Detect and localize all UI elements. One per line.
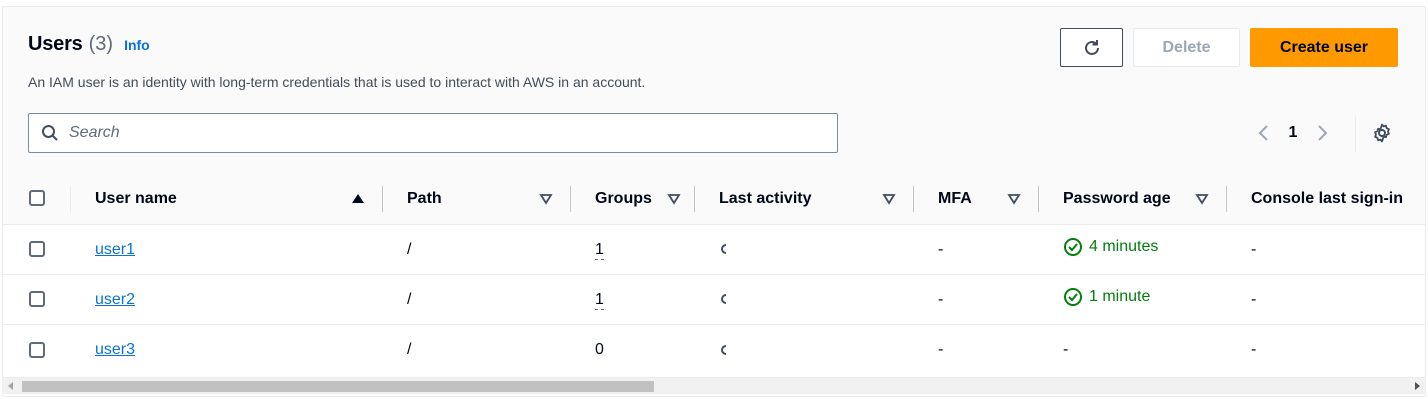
sort-icon — [1195, 193, 1209, 205]
user-link[interactable]: user3 — [95, 341, 135, 358]
password-age-status: 1 minute — [1063, 287, 1150, 307]
column-label: Console last sign-in — [1251, 189, 1404, 207]
column-header-groups[interactable]: Groups — [571, 173, 695, 225]
user-count: (3) — [88, 33, 114, 55]
column-label: User name — [95, 189, 177, 207]
column-label: Password age — [1063, 189, 1171, 207]
console-sign-in-cell: - — [1251, 240, 1257, 258]
create-user-button[interactable]: Create user — [1250, 28, 1398, 67]
last-activity-cell — [695, 275, 914, 325]
path-cell: / — [407, 340, 412, 358]
user-link[interactable]: user2 — [95, 291, 135, 308]
row-checkbox[interactable] — [29, 291, 45, 308]
password-age-text: - — [1063, 340, 1069, 358]
last-activity-cell — [695, 325, 914, 375]
delete-button[interactable]: Delete — [1133, 28, 1240, 67]
groups-cell: 1 — [571, 225, 695, 275]
last-activity-cell — [695, 225, 914, 275]
scrollbar-thumb[interactable] — [22, 381, 654, 392]
column-header-console-last-sign-in[interactable]: Console last sign-in — [1227, 173, 1425, 225]
horizontal-scrollbar[interactable] — [2, 377, 1426, 394]
user-link[interactable]: user1 — [95, 241, 135, 258]
scroll-left-icon[interactable] — [7, 382, 15, 390]
check-circle-icon — [1064, 238, 1082, 256]
column-header-path[interactable]: Path — [383, 173, 571, 225]
row-select-cell — [3, 325, 71, 375]
sort-icon — [667, 193, 681, 205]
current-page[interactable]: 1 — [1275, 124, 1311, 142]
password-age-text: 1 minute — [1089, 288, 1151, 305]
groups-value[interactable]: 1 — [595, 240, 604, 260]
sort-icon — [1007, 193, 1021, 205]
search-input[interactable] — [69, 124, 837, 142]
row-checkbox[interactable] — [29, 241, 45, 258]
path-cell: / — [407, 240, 412, 258]
password-age-cell: 1 minute — [1039, 275, 1227, 325]
row-select-cell — [3, 275, 71, 325]
table-row: user1 / 1 - 4 minutes - — [3, 225, 1425, 275]
groups-value[interactable]: 1 — [595, 290, 604, 310]
loading-spinner-icon — [721, 294, 727, 305]
select-all-cell — [3, 173, 71, 225]
loading-spinner-icon — [721, 244, 727, 255]
page-title: Users (3) Info — [28, 33, 150, 56]
mfa-cell: - — [938, 240, 944, 258]
search-box[interactable] — [28, 113, 838, 153]
table-header-row: User name Path Groups Last activity MFA … — [3, 173, 1425, 225]
column-label: Groups — [595, 189, 652, 207]
path-cell: / — [407, 290, 412, 308]
search-icon — [42, 125, 58, 141]
mfa-cell: - — [938, 340, 944, 358]
user-name-cell: user2 — [71, 275, 383, 325]
row-checkbox[interactable] — [29, 341, 45, 358]
table-row: user2 / 1 - 1 minute - — [3, 275, 1425, 325]
page-description: An IAM user is an identity with long-ter… — [28, 74, 646, 90]
password-age-status: 4 minutes — [1063, 237, 1158, 257]
pagination: 1 — [1251, 119, 1335, 147]
column-label: Path — [407, 189, 442, 207]
column-label: MFA — [938, 189, 972, 207]
users-table: User name Path Groups Last activity MFA … — [3, 173, 1425, 375]
user-name-cell: user3 — [71, 325, 383, 375]
column-header-password-age[interactable]: Password age — [1039, 173, 1227, 225]
pager-divider — [1355, 116, 1356, 152]
previous-page-button[interactable] — [1251, 121, 1275, 145]
column-header-user-name[interactable]: User name — [71, 173, 383, 225]
gear-icon[interactable] — [1370, 121, 1394, 145]
title-text: Users — [28, 33, 83, 55]
chevron-left-icon — [1258, 125, 1268, 141]
console-sign-in-cell: - — [1251, 340, 1257, 358]
column-label: Last activity — [719, 189, 812, 207]
row-select-cell — [3, 225, 71, 275]
password-age-text: 4 minutes — [1089, 238, 1159, 255]
users-panel: Users (3) Info An IAM user is an identit… — [2, 6, 1426, 397]
next-page-button[interactable] — [1311, 121, 1335, 145]
scroll-right-icon[interactable] — [1413, 382, 1421, 390]
password-age-cell: - — [1039, 325, 1227, 375]
groups-value: 0 — [595, 340, 604, 358]
column-header-last-activity[interactable]: Last activity — [695, 173, 914, 225]
chevron-right-icon — [1318, 125, 1328, 141]
console-sign-in-cell: - — [1251, 290, 1257, 308]
check-circle-icon — [1064, 288, 1082, 306]
table-row: user3 / 0 - - - — [3, 325, 1425, 375]
select-all-checkbox[interactable] — [29, 190, 45, 207]
groups-cell: 1 — [571, 275, 695, 325]
user-name-cell: user1 — [71, 225, 383, 275]
refresh-icon — [1084, 39, 1099, 55]
sort-icon — [882, 193, 896, 205]
refresh-button[interactable] — [1060, 28, 1123, 67]
sort-icon — [539, 193, 553, 205]
loading-spinner-icon — [721, 344, 727, 355]
info-link[interactable]: Info — [124, 37, 150, 53]
password-age-cell: 4 minutes — [1039, 225, 1227, 275]
column-header-mfa[interactable]: MFA — [914, 173, 1039, 225]
mfa-cell: - — [938, 290, 944, 308]
groups-cell: 0 — [571, 325, 695, 375]
sort-ascending-icon — [352, 193, 364, 203]
